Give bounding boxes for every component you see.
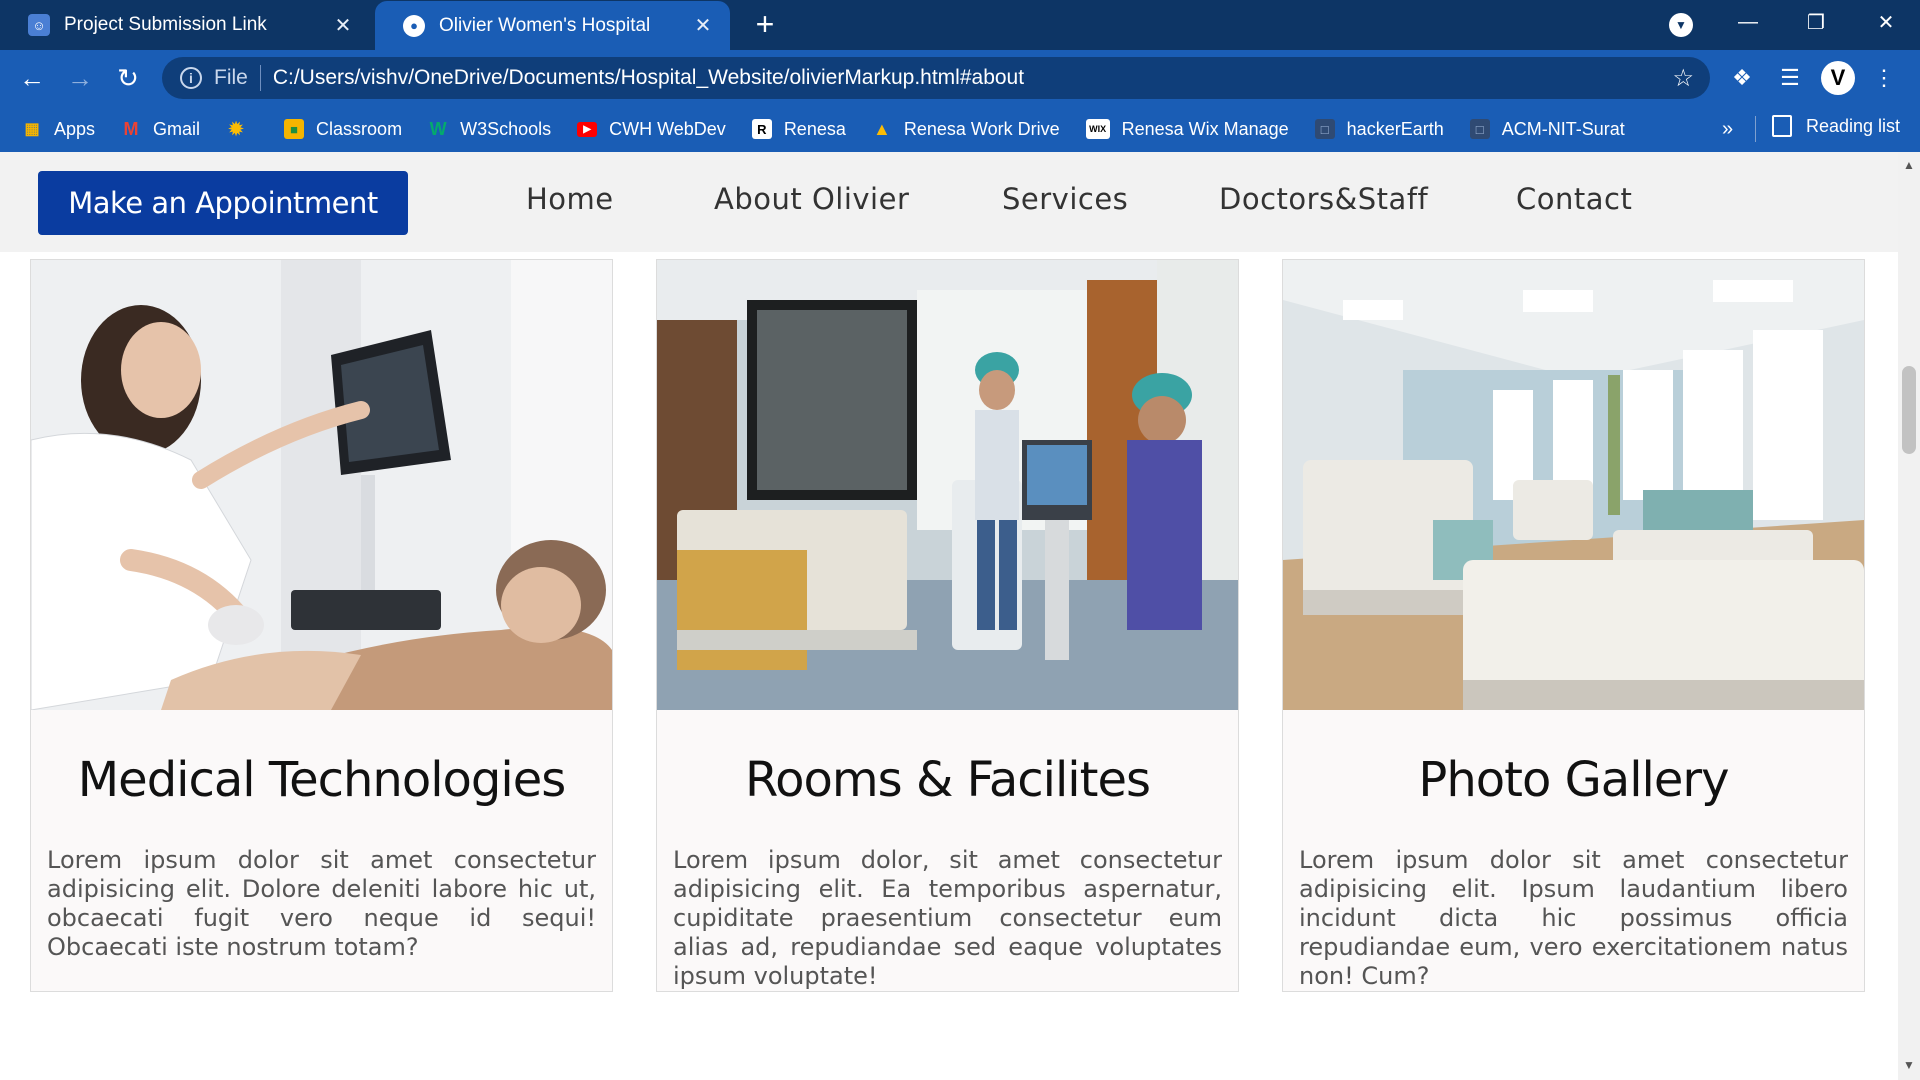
hospital-room-staff-photo xyxy=(657,260,1238,710)
nav-home[interactable]: Home xyxy=(526,182,614,216)
bookmark-renesa[interactable]: R Renesa xyxy=(751,119,846,140)
close-icon[interactable]: ✕ xyxy=(332,14,354,37)
profile-avatar[interactable]: V xyxy=(1821,61,1855,95)
nav-about-olivier[interactable]: About Olivier xyxy=(714,182,909,216)
ultrasound-scan-photo xyxy=(31,260,612,710)
address-divider xyxy=(259,65,261,91)
bookmark-photos[interactable]: ✹ xyxy=(226,119,258,139)
card-text: Lorem ipsum dolor sit amet consectetur a… xyxy=(47,846,596,961)
media-controls-icon[interactable]: ☰ xyxy=(1772,60,1808,96)
tab-title: Project Submission Link xyxy=(64,14,267,35)
hospital-ward-photo xyxy=(1283,260,1864,710)
url-text[interactable]: C:/Users/vishv/OneDrive/Documents/Hospit… xyxy=(273,66,1024,90)
address-bar[interactable]: i File C:/Users/vishv/OneDrive/Documents… xyxy=(162,57,1710,99)
bookmarks-divider xyxy=(1755,116,1756,142)
card-title: Rooms & Facilites xyxy=(744,752,1151,808)
card-title: Photo Gallery xyxy=(1418,752,1729,808)
bookmark-page-icon: □ xyxy=(1314,119,1335,139)
bookmarks-overflow-button[interactable]: » xyxy=(1722,118,1733,141)
hospital-tab-icon: ● xyxy=(403,14,425,37)
ultrasound-scan-illustration xyxy=(31,260,612,710)
reading-list-button[interactable]: Reading list xyxy=(1772,115,1900,137)
drive-icon: ▲ xyxy=(872,118,891,139)
hospital-room-illustration xyxy=(657,260,1238,710)
scroll-up-arrow-icon[interactable]: ▲ xyxy=(1903,158,1915,172)
minimize-button[interactable]: — xyxy=(1718,4,1778,40)
new-tab-button[interactable]: + xyxy=(748,8,782,42)
scheme-label: File xyxy=(214,66,248,89)
feature-card-rooms-facilities: Rooms & Facilites Lorem ipsum dolor, sit… xyxy=(656,259,1239,992)
bookmark-w3schools[interactable]: W W3Schools xyxy=(428,118,552,140)
nav-services[interactable]: Services xyxy=(1002,182,1128,216)
bookmark-gmail[interactable]: M Gmail xyxy=(121,118,201,140)
bookmark-hackerearth[interactable]: □ hackerEarth xyxy=(1314,119,1444,140)
bookmark-apps[interactable]: ▦ Apps xyxy=(22,119,95,140)
gmail-icon: M xyxy=(123,118,139,139)
bookmark-acm-nit-surat[interactable]: □ ACM-NIT-Surat xyxy=(1469,119,1625,140)
reload-button[interactable]: ↻ xyxy=(110,60,146,96)
back-button[interactable]: ← xyxy=(14,60,50,96)
photos-pinwheel-icon: ✹ xyxy=(228,118,244,139)
restore-button[interactable]: ❐ xyxy=(1786,4,1846,40)
tab-olivier-hospital[interactable]: ● Olivier Women's Hospital ✕ xyxy=(375,1,730,50)
close-icon[interactable]: ✕ xyxy=(692,15,714,37)
scroll-down-arrow-icon[interactable]: ▼ xyxy=(1903,1058,1915,1072)
bookmark-page-icon: □ xyxy=(1469,119,1490,139)
page-viewport: Make an Appointment Home About Olivier S… xyxy=(0,152,1898,1080)
forward-button[interactable]: → xyxy=(62,60,98,96)
tab-project-submission[interactable]: ☺ Project Submission Link ✕ xyxy=(0,0,370,50)
bookmark-renesa-work-drive[interactable]: ▲ Renesa Work Drive xyxy=(872,119,1060,140)
nav-contact[interactable]: Contact xyxy=(1516,182,1632,216)
feature-card-photo-gallery: Photo Gallery Lorem ipsum dolor sit amet… xyxy=(1282,259,1865,992)
bookmark-cwh-webdev[interactable]: ▶ CWH WebDev xyxy=(577,119,726,140)
tab-title: Olivier Women's Hospital xyxy=(439,14,651,36)
bookmark-star-icon[interactable]: ☆ xyxy=(1672,64,1694,93)
feature-card-medical-technologies: Medical Technologies Lorem ipsum dolor s… xyxy=(30,259,613,992)
reading-list-icon xyxy=(1772,115,1792,137)
site-navbar: Make an Appointment Home About Olivier S… xyxy=(0,152,1898,252)
bookmark-renesa-wix[interactable]: WIX Renesa Wix Manage xyxy=(1085,119,1289,140)
site-info-icon[interactable]: i xyxy=(180,67,202,89)
card-title: Medical Technologies xyxy=(77,752,567,808)
tab-search-icon[interactable]: ▼ xyxy=(1669,13,1693,37)
w3schools-icon: W xyxy=(429,118,447,139)
bookmarks-bar: ▦ Apps M Gmail ✹ ■ Classroom W W3Schools… xyxy=(0,106,1920,152)
wix-icon: WIX xyxy=(1085,119,1110,139)
card-text: Lorem ipsum dolor sit amet consectetur a… xyxy=(1299,846,1848,990)
vertical-scrollbar[interactable]: ▲ ▼ xyxy=(1898,152,1920,1080)
classroom-tab-icon: ☺ xyxy=(28,14,50,36)
hospital-ward-illustration xyxy=(1283,260,1864,710)
classroom-icon: ■ xyxy=(284,119,305,139)
nav-doctors-staff[interactable]: Doctors&Staff xyxy=(1219,182,1428,216)
youtube-icon: ▶ xyxy=(577,121,598,137)
apps-grid-icon: ▦ xyxy=(24,121,40,138)
make-appointment-button[interactable]: Make an Appointment xyxy=(38,171,408,235)
tab-strip: ☺ Project Submission Link ✕ ● Olivier Wo… xyxy=(0,0,1920,50)
card-text: Lorem ipsum dolor, sit amet consectetur … xyxy=(673,846,1222,990)
bookmark-classroom[interactable]: ■ Classroom xyxy=(284,119,402,140)
close-window-button[interactable]: ✕ xyxy=(1856,4,1916,40)
extensions-puzzle-icon[interactable]: ❖ xyxy=(1724,60,1760,96)
browser-toolbar: ← → ↻ i File C:/Users/vishv/OneDrive/Doc… xyxy=(0,50,1920,106)
renesa-icon: R xyxy=(751,119,772,139)
scroll-thumb[interactable] xyxy=(1902,366,1916,454)
menu-kebab-icon[interactable]: ⋮ xyxy=(1866,60,1902,96)
